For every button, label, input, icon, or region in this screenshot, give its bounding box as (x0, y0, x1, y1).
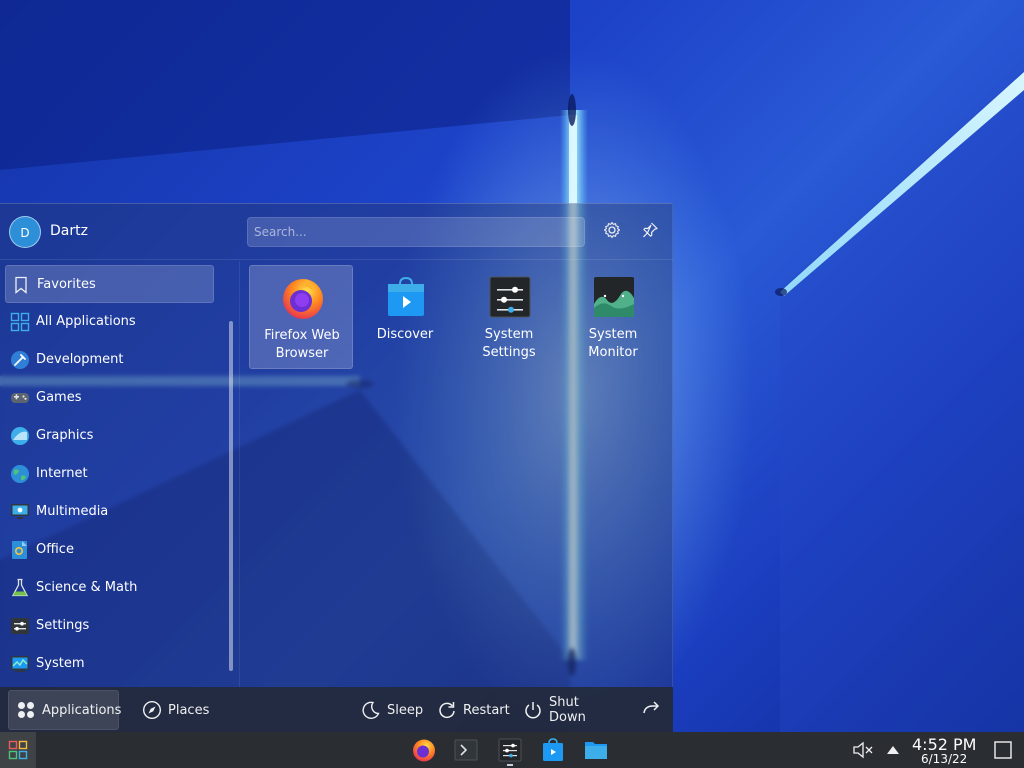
category-label: Development (36, 352, 124, 367)
taskbar-discover[interactable] (540, 737, 566, 763)
taskbar: 4:52 PM 6/13/22 (0, 732, 1024, 768)
monitor-icon (10, 502, 30, 522)
app-label: Discover (376, 327, 434, 342)
configure-button[interactable] (599, 219, 625, 245)
applications-label: Applications (42, 702, 122, 718)
taskbar-firefox[interactable] (411, 737, 437, 763)
restart-label: Restart (463, 702, 510, 718)
app-tile-system-monitor[interactable]: System Monitor (561, 265, 665, 369)
category-office[interactable]: Office (5, 531, 214, 569)
category-all-applications[interactable]: All Applications (5, 303, 214, 341)
power-icon (523, 700, 543, 720)
category-label: Office (36, 542, 74, 557)
category-settings[interactable]: Settings (5, 607, 214, 645)
app-label: System Settings (482, 327, 536, 360)
terminal-icon (453, 739, 479, 767)
category-label: Settings (36, 618, 90, 633)
places-label: Places (168, 702, 210, 718)
system-icon (10, 654, 30, 674)
category-favorites[interactable]: Favorites (5, 265, 214, 303)
moon-icon (361, 700, 381, 720)
launcher-grid-icon (8, 740, 28, 764)
volume-muted-button[interactable] (852, 740, 874, 760)
triangle-up-icon (884, 746, 902, 763)
applications-icon (16, 700, 36, 720)
category-graphics[interactable]: Graphics (5, 417, 214, 455)
sidebar-divider (239, 261, 240, 687)
graphics-icon (10, 426, 30, 446)
taskbar-file-manager[interactable] (583, 737, 609, 763)
category-label: System (36, 656, 85, 671)
launcher-footer: Applications Places Sleep Restart Shut D… (0, 687, 673, 733)
sleep-button[interactable]: Sleep (361, 690, 425, 730)
search-input[interactable] (247, 217, 585, 247)
category-label: Games (36, 390, 82, 405)
arrow-right-icon (641, 698, 661, 722)
leave-button[interactable] (638, 690, 664, 730)
app-tile-discover[interactable]: Discover (353, 265, 457, 369)
taskbar-system-settings[interactable] (497, 737, 523, 766)
app-tile-system-settings[interactable]: System Settings (457, 265, 561, 369)
restart-icon (437, 700, 457, 720)
development-icon (10, 350, 30, 370)
flask-icon (10, 578, 30, 598)
app-tile-firefox[interactable]: Firefox Web Browser (249, 265, 353, 369)
app-label: Firefox Web Browser (264, 328, 340, 361)
system-tray-expander[interactable] (884, 741, 902, 759)
volume-muted-icon (852, 741, 874, 764)
avatar[interactable]: D (9, 216, 41, 248)
bookmark-icon (11, 275, 31, 295)
app-launcher-button[interactable] (0, 732, 36, 768)
category-multimedia[interactable]: Multimedia (5, 493, 214, 531)
category-label: Science & Math (36, 580, 138, 595)
office-icon (10, 540, 30, 560)
gamepad-icon (10, 388, 30, 408)
launcher-header: D Dartz (0, 204, 673, 260)
show-desktop-icon (993, 741, 1013, 764)
show-desktop-button[interactable] (993, 740, 1013, 760)
taskbar-terminal[interactable] (453, 737, 479, 763)
discover-icon (383, 274, 429, 320)
pin-button[interactable] (637, 219, 663, 245)
category-science-math[interactable]: Science & Math (5, 569, 214, 607)
shutdown-button[interactable]: Shut Down (523, 690, 619, 730)
category-label: Favorites (37, 277, 96, 292)
system-settings-icon (487, 274, 533, 320)
category-label: Multimedia (36, 504, 109, 519)
category-games[interactable]: Games (5, 379, 214, 417)
category-sidebar: Favorites All Applications Development G… (0, 261, 239, 687)
sidebar-scrollbar[interactable] (229, 321, 233, 671)
pin-icon (641, 221, 659, 243)
restart-button[interactable]: Restart (437, 690, 511, 730)
firefox-icon (280, 275, 326, 321)
category-label: Internet (36, 466, 88, 481)
discover-icon (540, 738, 566, 767)
user-name: Dartz (50, 223, 88, 239)
application-launcher: D Dartz Favorites (0, 203, 673, 733)
settings-icon (10, 616, 30, 636)
places-tab[interactable]: Places (142, 690, 222, 730)
clock-date: 6/13/22 (921, 752, 968, 766)
shutdown-label: Shut Down (549, 695, 586, 725)
grid-icon (10, 312, 30, 332)
sleep-label: Sleep (387, 702, 424, 718)
active-indicator (507, 764, 513, 766)
system-monitor-icon (591, 274, 637, 320)
category-system[interactable]: System (5, 645, 214, 683)
compass-icon (142, 700, 162, 720)
globe-icon (10, 464, 30, 484)
applications-tab[interactable]: Applications (8, 690, 122, 730)
category-label: All Applications (36, 314, 136, 329)
category-internet[interactable]: Internet (5, 455, 214, 493)
folder-icon (583, 742, 609, 767)
category-label: Graphics (36, 428, 94, 443)
category-development[interactable]: Development (5, 341, 214, 379)
firefox-icon (411, 739, 437, 767)
app-label: System Monitor (588, 327, 638, 360)
gear-icon (603, 221, 621, 243)
